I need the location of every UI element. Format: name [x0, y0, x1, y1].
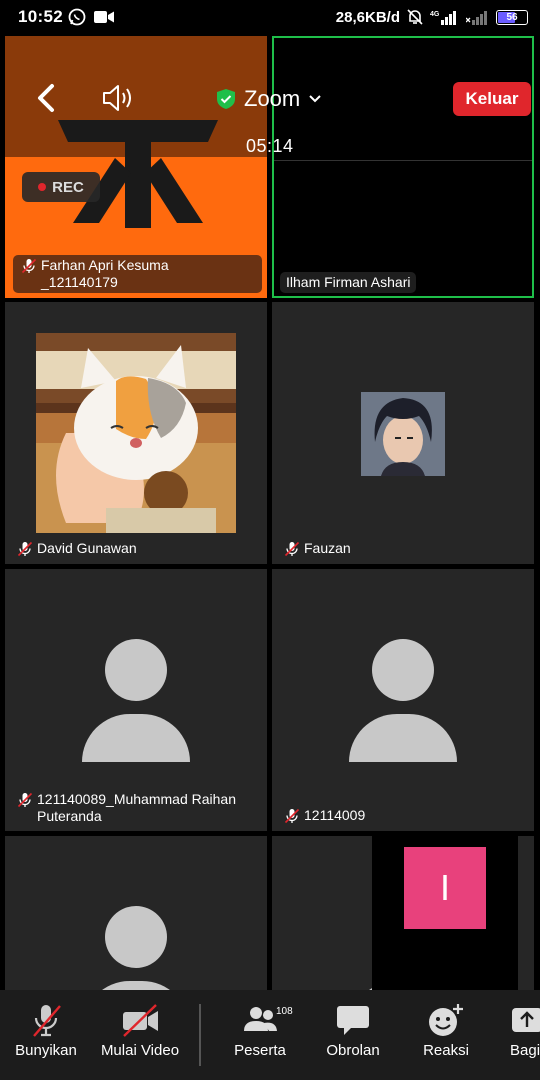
mic-muted-icon — [17, 792, 33, 808]
reaction-smile-icon — [429, 1004, 463, 1036]
participant-name-tag: Farhan Apri Kesuma _121140179 — [13, 255, 262, 293]
participant-name-tag: Ilham Firman Ashari — [280, 272, 417, 293]
participant-name-tag: Fauzan — [284, 540, 351, 557]
default-avatar-head — [105, 906, 167, 968]
participants-icon — [244, 1007, 277, 1031]
default-avatar-body — [82, 981, 190, 990]
recording-indicator: REC — [22, 172, 100, 202]
anime-avatar-image — [361, 392, 445, 476]
start-video-button[interactable]: Mulai Video — [100, 990, 180, 1080]
default-avatar-body — [82, 714, 190, 762]
svg-text:4G: 4G — [430, 11, 440, 18]
participant-name-line2: _121140179 — [41, 274, 118, 290]
meeting-timer: 05:14 — [246, 136, 294, 156]
share-label: Bagi — [510, 1042, 540, 1059]
mic-muted-icon — [284, 541, 300, 557]
rec-label: REC — [52, 178, 84, 196]
signal-4g-icon: 4G — [430, 11, 456, 25]
video-camera-icon — [94, 11, 114, 23]
default-avatar-body — [349, 714, 457, 762]
participant-tile[interactable]: Fauzan — [272, 302, 534, 564]
participant-tile[interactable]: 12114009 — [272, 569, 534, 831]
share-button[interactable]: Bagi — [510, 990, 540, 1080]
mic-muted-icon — [17, 541, 33, 557]
participant-tile[interactable]: David Gunawan — [5, 302, 267, 564]
active-speaker-tile[interactable]: Ilham Firman Ashari — [272, 36, 534, 298]
meeting-title-dropdown[interactable]: Zoom — [216, 86, 322, 112]
meeting-title: Zoom — [244, 86, 301, 111]
start-video-label: Mulai Video — [100, 1042, 180, 1059]
reactions-button[interactable]: Reaksi — [420, 990, 472, 1080]
reactions-label: Reaksi — [423, 1042, 469, 1059]
participant-name: 12114009 — [304, 807, 366, 823]
share-screen-icon — [512, 1008, 540, 1032]
participant-tile[interactable] — [5, 836, 267, 990]
participant-tile[interactable]: Farhan Apri Kesuma _121140179 — [5, 36, 267, 298]
mic-muted-icon — [284, 808, 300, 824]
unmute-button[interactable]: Bunyikan — [14, 990, 78, 1080]
record-dot-icon — [38, 183, 47, 191]
status-time: 10:52 — [18, 7, 63, 26]
status-bar: 10:52 28,6KB/d 4G 56 — [0, 0, 540, 34]
speaker-icon[interactable] — [100, 82, 136, 114]
participant-name: 121140089_Muhammad Raihan — [37, 791, 236, 807]
chat-bubble-icon — [337, 1006, 369, 1035]
toolbar-divider — [199, 1004, 201, 1066]
cat-avatar-image — [36, 333, 236, 533]
participant-name-tag: David Gunawan — [17, 540, 137, 557]
participant-name: Farhan Apri Kesuma — [41, 257, 169, 273]
self-view-avatar: I — [404, 847, 486, 929]
leave-button[interactable]: Keluar — [453, 82, 531, 116]
participant-name-tag: 121140089_Muhammad Raihan Puteranda — [17, 791, 236, 825]
unmute-label: Bunyikan — [15, 1042, 77, 1059]
participants-label: Peserta — [234, 1042, 286, 1059]
bell-off-icon — [407, 9, 423, 25]
chat-label: Obrolan — [326, 1042, 380, 1059]
participants-button[interactable]: 108 Peserta — [232, 990, 293, 1080]
whatsapp-icon — [68, 8, 86, 26]
default-avatar-head — [372, 639, 434, 701]
participant-tile[interactable]: 121140089_Muhammad Raihan Puteranda — [5, 569, 267, 831]
participant-name: David Gunawan — [37, 540, 137, 556]
mic-muted-icon — [21, 258, 37, 274]
status-right: 28,6KB/d 4G 56 — [336, 8, 528, 26]
participant-name-tag: 12114009 — [284, 807, 365, 824]
participant-name: Fauzan — [304, 540, 351, 556]
shield-check-icon — [217, 89, 235, 109]
participant-name: Ilham Firman Ashari — [286, 274, 411, 290]
signal-secondary-icon — [466, 11, 487, 25]
video-off-icon — [123, 1004, 158, 1037]
chat-button[interactable]: Obrolan — [324, 990, 382, 1080]
net-speed: 28,6KB/d — [335, 8, 400, 26]
mic-muted-icon — [33, 1005, 61, 1037]
back-arrow-icon[interactable] — [32, 78, 62, 118]
participants-count-badge: 108 — [276, 1006, 293, 1017]
meeting-toolbar: Bunyikan Mulai Video 108 Peserta Obrolan… — [0, 990, 540, 1080]
battery-icon: 56 — [496, 9, 528, 25]
participant-name-line2: Puteranda — [37, 808, 102, 824]
chevron-down-icon — [309, 95, 321, 103]
default-avatar-head — [105, 639, 167, 701]
